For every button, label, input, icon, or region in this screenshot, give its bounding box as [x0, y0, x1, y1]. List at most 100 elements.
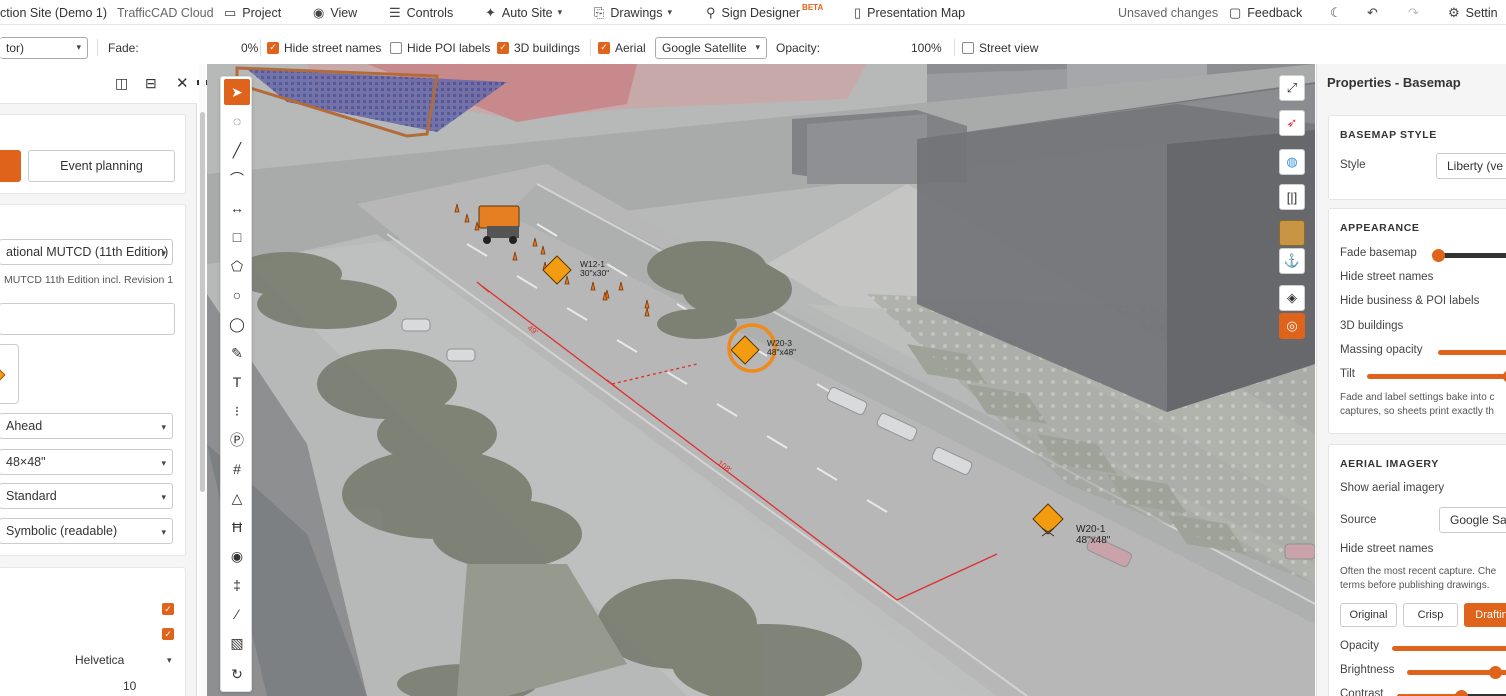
compass-icon: ➶ — [1286, 115, 1298, 130]
parking-tool[interactable]: Ⓟ — [224, 427, 250, 453]
street-view-toggle[interactable]: Street view — [962, 35, 1038, 60]
left-scrollbar-thumb[interactable] — [200, 112, 205, 492]
aerial-opacity-slider[interactable] — [1392, 646, 1506, 651]
active-plan-button[interactable] — [0, 150, 21, 182]
aerial-map[interactable]: 49' 108' — [207, 64, 1315, 696]
split-view-icon[interactable]: ◫ — [115, 75, 128, 92]
checkbox-unchecked[interactable] — [962, 41, 974, 54]
rotate-tool[interactable]: ↻ — [224, 661, 250, 687]
sign-size-select[interactable]: 48×48" ▾ — [0, 449, 173, 475]
lasso-icon: ◌ — [232, 113, 242, 129]
aerial-thumbnail-button[interactable] — [1279, 220, 1305, 246]
anchor-icon: ⚓ — [1283, 253, 1301, 268]
divider — [260, 39, 261, 56]
imagery-source-select[interactable]: Google Satellite ▾ — [655, 36, 767, 59]
font-select[interactable]: Helvetica ▾ — [75, 653, 172, 667]
layers-button[interactable]: ◈ — [1279, 285, 1305, 311]
pen-tool[interactable]: ✎ — [224, 340, 250, 366]
text-tool[interactable]: T — [224, 369, 250, 395]
aerial-toggle[interactable]: ✓ Aerial — [598, 35, 646, 60]
event-planning-button[interactable]: Event planning — [28, 150, 175, 182]
select-tool[interactable]: ➤ — [224, 79, 250, 105]
ellipse-tool[interactable]: ◯ — [224, 311, 250, 337]
checkbox-checked[interactable]: ✓ — [267, 41, 279, 54]
pentagon-icon: ⬠ — [230, 257, 244, 274]
lasso-tool[interactable]: ◌ — [224, 108, 250, 134]
line-tool[interactable]: ╱ — [224, 137, 250, 163]
barrier-tool[interactable]: Ħ — [224, 514, 250, 540]
brush-tool[interactable]: ⁄ — [224, 601, 250, 627]
aerial-source-select[interactable]: Google Sat — [1439, 507, 1506, 533]
checkbox-checked[interactable]: ✓ — [598, 41, 610, 54]
crosswalk-tool[interactable]: # — [224, 456, 250, 482]
slider-knob[interactable] — [1432, 249, 1445, 262]
basemap-button[interactable]: ◎ — [1279, 313, 1305, 339]
compass-button[interactable]: ➶ — [1279, 110, 1305, 136]
slider-knob[interactable] — [1489, 666, 1502, 679]
sign-type-select[interactable]: Standard ▾ — [0, 483, 173, 509]
sign-style-select[interactable]: Symbolic (readable) ▾ — [0, 518, 173, 544]
fullscreen-button[interactable]: ⤢ — [1279, 75, 1305, 101]
checkbox-checked[interactable]: ✓ — [162, 628, 174, 640]
pin-button[interactable]: ⚓ — [1279, 248, 1305, 274]
close-icon[interactable]: ✕ — [176, 74, 189, 92]
menu-settings[interactable]: ⚙ Settin — [1448, 0, 1498, 25]
checkbox-checked[interactable]: ✓ — [497, 41, 509, 54]
bracket-icon: [|] — [1286, 189, 1298, 205]
mode-select[interactable]: tor) ▾ — [0, 36, 88, 59]
redo-button[interactable]: ↷ — [1408, 0, 1425, 25]
hatched-square-icon: ▧ — [230, 634, 244, 651]
fade-basemap-slider[interactable] — [1432, 249, 1506, 262]
massing-opacity-slider[interactable] — [1438, 350, 1506, 355]
sign-direction-select[interactable]: Ahead ▾ — [0, 413, 173, 439]
globe-button[interactable]: ◍ — [1279, 149, 1305, 175]
circle-icon: ○ — [232, 287, 242, 303]
feedback-button[interactable]: ▢ Feedback — [1229, 0, 1302, 25]
rotate-icon: ↻ — [231, 665, 243, 682]
drawings-icon: ⎘ — [594, 4, 605, 20]
checkbox-checked[interactable]: ✓ — [162, 603, 174, 615]
standard-select[interactable]: ational MUTCD (11th Edition) ▾ — [0, 239, 173, 265]
circle-tool[interactable]: ○ — [224, 282, 250, 308]
mode-drafting-button[interactable]: Draftin — [1464, 603, 1506, 627]
hide-street-names-toggle[interactable]: ✓ Hide street names — [267, 35, 381, 60]
mode-original-button[interactable]: Original — [1340, 603, 1397, 627]
menu-project[interactable]: ▭ Project — [224, 0, 281, 25]
rectangle-tool[interactable]: □ — [224, 224, 250, 250]
menu-drawings[interactable]: ⎘ Drawings ▾ — [594, 0, 672, 25]
pointer-icon: ➤ — [231, 83, 243, 100]
slider-knob[interactable] — [1455, 690, 1468, 696]
measure-button[interactable]: [|] — [1279, 184, 1305, 210]
node-tool[interactable]: △ — [224, 485, 250, 511]
menu-controls[interactable]: ☰ Controls — [389, 0, 453, 25]
sign-search-input[interactable] — [0, 303, 175, 335]
site-name[interactable]: ction Site (Demo 1) — [0, 0, 107, 25]
3d-buildings-label: 3D buildings — [1340, 320, 1404, 332]
area-tool[interactable]: ▧ — [224, 630, 250, 656]
theme-toggle[interactable]: ☾ — [1330, 0, 1348, 25]
brightness-slider[interactable] — [1407, 666, 1506, 679]
aerial-note: Often the most recent capture. Che terms … — [1340, 566, 1497, 591]
polygon-tool[interactable]: ⬠ — [224, 253, 250, 279]
map-canvas[interactable]: 49' 108' W12-1 30"x30" W20-3 48"x48" W20-1… — [207, 64, 1315, 696]
track-tool[interactable]: ‡ — [224, 572, 250, 598]
style-select[interactable]: Liberty (ve — [1436, 153, 1506, 179]
menu-auto-site[interactable]: ✦ Auto Site ▾ — [485, 0, 562, 25]
hide-poi-label: Hide business & POI labels — [1340, 295, 1480, 307]
target-tool[interactable]: ◉ — [224, 543, 250, 569]
cone-tool[interactable]: ⁝ — [224, 398, 250, 424]
font-size-value[interactable]: 10 — [123, 679, 136, 693]
undo-button[interactable]: ↶ — [1367, 0, 1384, 25]
menu-view[interactable]: ◉ View — [313, 0, 357, 25]
mode-crisp-button[interactable]: Crisp — [1403, 603, 1458, 627]
hide-poi-labels-toggle[interactable]: Hide POI labels — [390, 35, 490, 60]
dimension-tool[interactable]: ↔ — [224, 195, 250, 221]
basemap-style-section: BASEMAP STYLE Style Liberty (ve — [1328, 115, 1506, 200]
collapse-panel-icon[interactable]: ⊟ — [145, 75, 157, 92]
curve-tool[interactable]: ⌒ — [224, 166, 250, 192]
menu-sign-designer[interactable]: ⚲ Sign Designer BETA — [706, 0, 823, 25]
checkbox-unchecked[interactable] — [390, 41, 402, 54]
tilt-slider[interactable] — [1367, 370, 1506, 383]
menu-presentation-map[interactable]: ▯ Presentation Map — [854, 0, 965, 25]
3d-buildings-toggle[interactable]: ✓ 3D buildings — [497, 35, 580, 60]
